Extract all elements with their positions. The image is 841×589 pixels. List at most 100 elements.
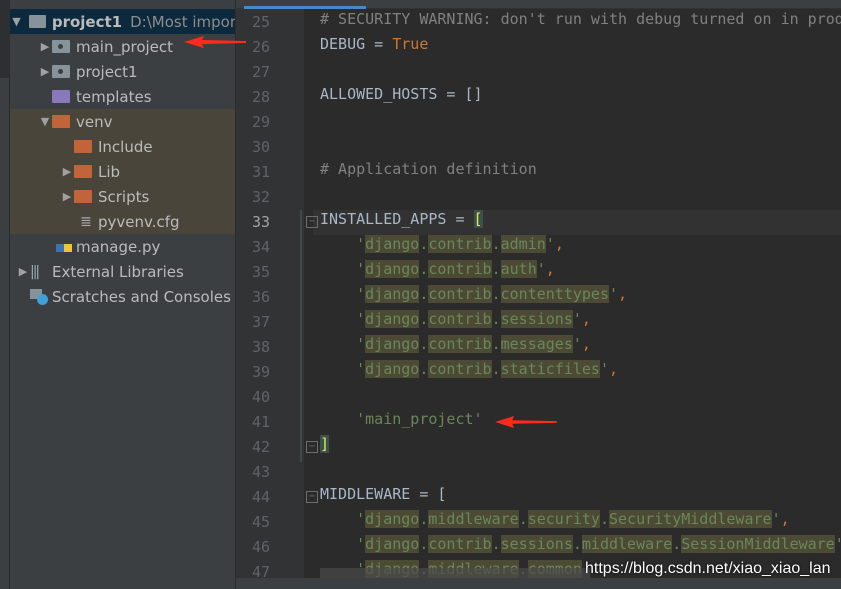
code-token: contrib <box>428 535 492 553</box>
expand-right-icon[interactable]: ▶ <box>16 265 30 278</box>
tree-item-lib[interactable]: ▶ Lib <box>10 159 235 184</box>
expand-right-icon[interactable]: ▶ <box>38 40 52 53</box>
line-number: 34 <box>251 238 270 256</box>
code-line[interactable]: # SECURITY WARNING: don't run with debug… <box>320 10 841 35</box>
watermark: https://blog.csdn.net/xiao_xiao_lan <box>585 560 831 577</box>
excluded-folder-icon <box>74 190 92 203</box>
line-number: 40 <box>251 388 270 406</box>
code-token: ' <box>356 510 366 528</box>
expand-down-icon[interactable]: ▼ <box>10 15 23 28</box>
tab-other[interactable] <box>386 0 486 9</box>
fold-range-indicator <box>300 210 302 462</box>
code-line[interactable]: 'django.contrib.staticfiles', <box>320 360 618 385</box>
line-number: 43 <box>251 463 270 481</box>
code-token: SessionMiddleware <box>681 535 835 553</box>
code-token: # Application definition <box>320 160 537 178</box>
tree-item-label: Scripts <box>98 187 150 206</box>
code-token: ' <box>572 310 582 328</box>
tree-item-templates[interactable]: ▶templates <box>10 84 235 109</box>
tree-item-scratches-and-consoles[interactable]: ▶Scratches and Consoles <box>10 284 235 309</box>
editor-tabs <box>236 0 841 9</box>
code-line[interactable]: 'django.contrib.admin', <box>320 235 564 260</box>
code-line[interactable]: 'django.middleware.security.SecurityMidd… <box>320 510 790 535</box>
code-token: ' <box>572 335 582 353</box>
code-token: 'main_project' <box>356 410 483 428</box>
code-token: DEBUG = <box>320 35 393 53</box>
code-token: middleware <box>428 510 519 528</box>
expand-right-icon[interactable]: ▶ <box>60 190 74 203</box>
code-token: ' <box>356 260 366 278</box>
tree-item-manage-py[interactable]: ▶manage.py <box>10 234 235 259</box>
excluded-folder-icon <box>74 165 92 178</box>
fold-toggle-icon[interactable]: − <box>306 216 318 228</box>
tree-item-pyvenv-cfg[interactable]: ▶≣pyvenv.cfg <box>10 209 235 234</box>
tree-item-venv[interactable]: ▼ venv <box>10 109 235 134</box>
tree-root-project1[interactable]: ▼ project1 D:\Most impor <box>10 9 236 34</box>
code-line[interactable]: # Application definition <box>320 160 537 185</box>
code-token: django <box>365 360 420 378</box>
line-number: 44 <box>251 488 270 506</box>
expand-right-icon[interactable]: ▶ <box>38 65 52 78</box>
code-token: django <box>365 260 420 278</box>
code-token: , <box>545 260 555 278</box>
fold-toggle-icon[interactable]: − <box>306 491 318 503</box>
line-number: 45 <box>251 513 270 531</box>
tree-item-project1[interactable]: ▶ project1 <box>10 59 235 84</box>
tree-item-label: main_project <box>76 37 174 56</box>
code-line[interactable]: 'django.contrib.sessions', <box>320 310 591 335</box>
code-token: staticfiles <box>500 360 600 378</box>
code-line[interactable]: INSTALLED_APPS = [ <box>320 210 483 235</box>
code-token: contrib <box>428 260 492 278</box>
tab-settings-py[interactable] <box>244 0 366 9</box>
code-token: django <box>365 510 420 528</box>
horizontal-scrollbar[interactable] <box>320 568 590 578</box>
expand-right-icon[interactable]: ▶ <box>60 165 74 178</box>
tree-item-scripts[interactable]: ▶ Scripts <box>10 184 235 209</box>
expand-down-icon[interactable]: ▼ <box>38 115 52 128</box>
code-line[interactable]: 'django.contrib.messages', <box>320 335 591 360</box>
tool-window-strip <box>0 0 10 589</box>
code-line[interactable]: ALLOWED_HOSTS = [] <box>320 85 483 110</box>
fold-toggle-icon[interactable]: − <box>306 441 318 453</box>
line-number: 38 <box>251 338 270 356</box>
tree-item-label: venv <box>76 112 113 131</box>
code-token: sessions <box>500 535 573 553</box>
code-line[interactable]: 'django.contrib.sessions.middleware.Sess… <box>320 535 841 560</box>
code-token: django <box>365 235 420 253</box>
code-line[interactable]: MIDDLEWARE = [ <box>320 485 446 510</box>
code-token: ' <box>771 510 781 528</box>
tree-item-label: pyvenv.cfg <box>98 212 180 231</box>
code-token: True <box>392 35 429 53</box>
code-token: security <box>527 510 600 528</box>
root-path: D:\Most impor <box>130 12 236 31</box>
code-line[interactable]: 'main_project' <box>320 410 483 435</box>
code-line[interactable]: ] <box>320 435 330 460</box>
tree-item-external-libraries[interactable]: ▶ ||| External Libraries <box>10 259 235 284</box>
code-token: . <box>491 535 501 553</box>
line-number: 25 <box>251 13 270 31</box>
project-tool-button[interactable] <box>0 0 10 78</box>
code-token: ' <box>356 235 366 253</box>
code-token: , <box>581 310 591 328</box>
code-token: ' <box>356 535 366 553</box>
code-line[interactable]: DEBUG = True <box>320 35 428 60</box>
tree-item-label: Scratches and Consoles <box>52 287 231 306</box>
code-token: ' <box>356 360 366 378</box>
code-token: . <box>491 360 501 378</box>
tree-item-label: External Libraries <box>52 262 184 281</box>
tree-item-label: project1 <box>76 62 138 81</box>
code-token: ' <box>536 260 546 278</box>
line-number: 39 <box>251 363 270 381</box>
code-line[interactable]: 'django.contrib.contenttypes', <box>320 285 627 310</box>
code-token: sessions <box>500 310 573 328</box>
code-token: contenttypes <box>500 285 609 303</box>
status-area <box>236 578 841 589</box>
code-line[interactable]: 'django.contrib.auth', <box>320 260 555 285</box>
code-token: , <box>581 335 591 353</box>
code-token: , <box>554 235 564 253</box>
tree-item-include[interactable]: ▶Include <box>10 134 235 159</box>
